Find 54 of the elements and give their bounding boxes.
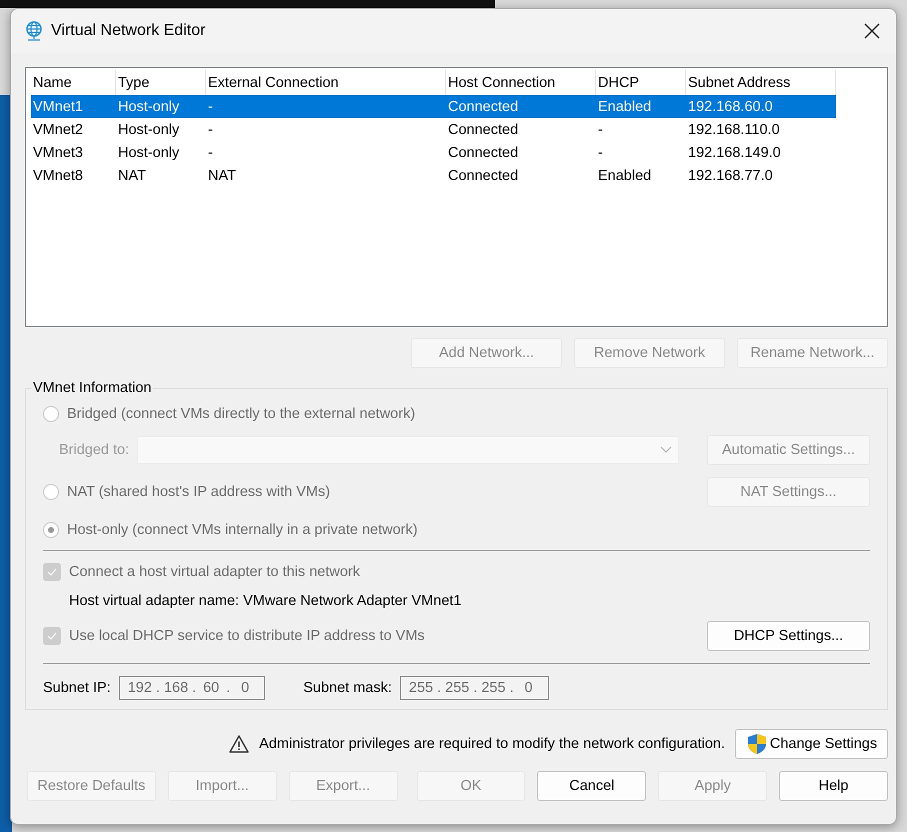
table-cell-text: NAT <box>207 168 237 184</box>
field-label: Subnet IP: <box>43 680 111 696</box>
checkbox-label: Use local DHCP service to distribute IP address to VMs <box>69 628 425 644</box>
adapter-name-text: Host virtual adapter name: VMware Network Adapter VMnet1 <box>69 593 462 609</box>
table-cell-text: Enabled <box>597 98 652 114</box>
change-settings-button[interactable]: Change Settings <box>735 729 888 759</box>
group-title: VMnet Information <box>32 380 152 396</box>
warning-text: Administrator privileges are required to modify the network configuration. <box>259 736 725 752</box>
table-cell-text: - <box>207 122 214 138</box>
table-cell-text: Enabled <box>597 168 652 184</box>
table-cell-text: Host-only <box>117 98 180 114</box>
bridged-dropdown[interactable] <box>137 436 680 464</box>
table-cell-text: VMnet8 <box>32 168 84 184</box>
dhcp-settings-button[interactable]: DHCP Settings... <box>707 621 870 651</box>
table-cell-text: 192.168.77.0 <box>687 168 774 184</box>
radio-label: NAT (shared host's IP address with VMs) <box>67 484 330 500</box>
table-cell-text: Connected <box>447 122 520 138</box>
radio-label: Bridged (connect VMs directly to the external network) <box>67 406 416 422</box>
table-cell-text: - <box>207 98 214 114</box>
checkmark-icon <box>47 632 57 640</box>
table-cell-text: Host-only <box>117 122 180 138</box>
globe-icon <box>25 21 43 41</box>
network-row[interactable]: VMnet2 Host-only - Connected - 192.168.110.0 <box>31 118 836 141</box>
table-cell-text: - <box>597 122 604 138</box>
table-cell-text: Host-only <box>117 144 180 160</box>
table-cell-text: VMnet3 <box>32 144 84 160</box>
field-label: Subnet mask: <box>303 680 392 696</box>
table-cell-text: 192.168.110.0 <box>687 122 781 138</box>
table-cell-text: 192.168.60.0 <box>687 98 774 114</box>
network-row[interactable]: VMnet8 NAT NAT Connected Enabled 192.168.77.0 <box>31 164 836 187</box>
table-cell-text: NAT <box>117 168 147 184</box>
window-title: Virtual Network Editor <box>51 22 206 40</box>
table-cell-text: Connected <box>447 144 520 160</box>
shield-icon <box>746 733 768 755</box>
field-label: Bridged to: <box>59 442 130 458</box>
table-cell-text: Connected <box>447 168 520 184</box>
radio-label: Host-only (connect VMs internally in a private network) <box>67 522 418 538</box>
table-cell-text: 192.168.149.0 <box>687 144 782 160</box>
dialog-button[interactable]: Help <box>779 771 888 801</box>
dialog-button[interactable]: Cancel <box>537 771 646 801</box>
warning-icon <box>229 735 250 753</box>
close-icon <box>864 23 880 39</box>
chevron-down-icon <box>660 446 672 454</box>
network-row[interactable]: VMnet1 Host-only - Connected Enabled 192.168.60.0 <box>31 95 836 118</box>
checkmark-icon <box>47 568 57 576</box>
network-row[interactable]: VMnet3 Host-only - Connected - 192.168.149.0 <box>31 141 836 164</box>
subnet-ip-field[interactable]: 192 . 168 . 60 . 0 <box>118 676 266 700</box>
table-cell-text: Connected <box>447 98 520 114</box>
table-cell-text: - <box>597 144 604 160</box>
table-cell-text: VMnet2 <box>32 122 84 138</box>
checkbox-label: Connect a host virtual adapter to this network <box>69 564 360 580</box>
table-cell-text: VMnet1 <box>32 98 84 114</box>
table-cell-text: - <box>207 144 214 160</box>
subnet-mask-field[interactable]: 255 . 255 . 255 . 0 <box>400 676 549 700</box>
